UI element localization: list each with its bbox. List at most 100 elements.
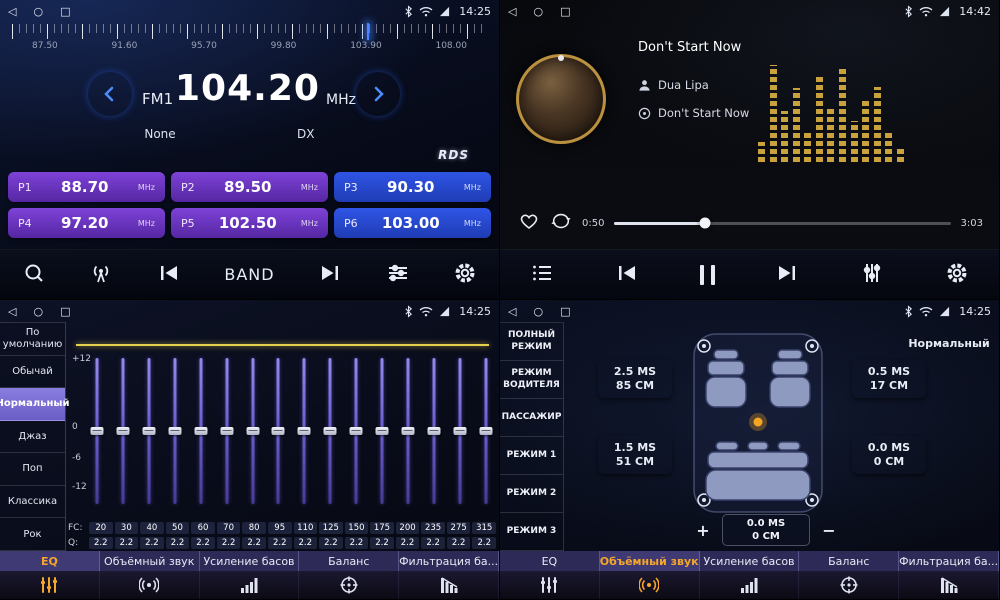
- recents-icon[interactable]: □: [60, 306, 70, 317]
- tab-item[interactable]: Фильтрация ба...: [899, 551, 999, 571]
- tab-item[interactable]: EQ: [500, 551, 600, 571]
- bass-boost-icon[interactable]: [200, 571, 300, 599]
- slider-knob[interactable]: [116, 427, 129, 435]
- slider-knob[interactable]: [272, 427, 285, 435]
- tab-item[interactable]: Усиление басов: [700, 551, 800, 571]
- tab-item[interactable]: Фильтрация ба...: [399, 551, 499, 571]
- tab-item[interactable]: EQ: [0, 551, 100, 571]
- recents-icon[interactable]: □: [60, 6, 70, 17]
- eq-band-slider[interactable]: [427, 358, 441, 504]
- settings-button[interactable]: [945, 261, 969, 289]
- search-button[interactable]: [22, 261, 46, 289]
- eq-band-slider[interactable]: [168, 358, 182, 504]
- eq-preset-item[interactable]: Обычай: [0, 356, 65, 389]
- back-icon[interactable]: ◁: [508, 6, 516, 17]
- surround-mode-item[interactable]: РЕЖИМ 1: [500, 437, 563, 475]
- eq-band-slider[interactable]: [479, 358, 493, 504]
- slider-knob[interactable]: [168, 427, 181, 435]
- profile-button[interactable]: Нормальный: [907, 332, 991, 354]
- delay-rear-left-button[interactable]: 1.5 MS 51 CM: [598, 436, 672, 474]
- delay-front-right-button[interactable]: 0.5 MS 17 CM: [852, 360, 926, 398]
- surround-sound-icon[interactable]: [600, 571, 700, 599]
- next-track-button[interactable]: [775, 261, 799, 289]
- increase-delay-button[interactable]: +: [690, 517, 716, 543]
- favorite-button[interactable]: [518, 211, 540, 235]
- eq-band-slider[interactable]: [194, 358, 208, 504]
- eq-preset-item[interactable]: Джаз: [0, 421, 65, 454]
- slider-knob[interactable]: [479, 427, 492, 435]
- pause-button[interactable]: [700, 265, 715, 285]
- eq-preset-item[interactable]: Классика: [0, 486, 65, 519]
- tab-item[interactable]: Баланс: [299, 551, 399, 571]
- slider-knob[interactable]: [246, 427, 259, 435]
- delay-front-left-button[interactable]: 2.5 MS 85 CM: [598, 360, 672, 398]
- slider-knob[interactable]: [453, 427, 466, 435]
- slider-knob[interactable]: [376, 427, 389, 435]
- radio-preset-button[interactable]: P390.30MHz: [334, 172, 491, 202]
- back-icon[interactable]: ◁: [508, 306, 516, 317]
- slider-knob[interactable]: [142, 427, 155, 435]
- mixer-button[interactable]: [860, 261, 884, 289]
- recents-icon[interactable]: □: [560, 306, 570, 317]
- eq-band-slider[interactable]: [453, 358, 467, 504]
- tab-item[interactable]: Объёмный звук: [100, 551, 200, 571]
- slider-knob[interactable]: [220, 427, 233, 435]
- settings-button[interactable]: [453, 261, 477, 289]
- radio-preset-button[interactable]: P5102.50MHz: [171, 208, 328, 238]
- eq-band-slider[interactable]: [271, 358, 285, 504]
- eq-band-slider[interactable]: [349, 358, 363, 504]
- slider-knob[interactable]: [350, 427, 363, 435]
- back-icon[interactable]: ◁: [8, 306, 16, 317]
- prev-track-button[interactable]: [157, 261, 181, 289]
- surround-sound-icon[interactable]: [100, 571, 200, 599]
- balance-icon[interactable]: [299, 571, 399, 599]
- eq-band-slider[interactable]: [220, 358, 234, 504]
- eq-preset-item[interactable]: Нормальный: [0, 388, 65, 421]
- eq-preset-item[interactable]: Рок: [0, 518, 65, 551]
- eq-band-slider[interactable]: [323, 358, 337, 504]
- broadcast-button[interactable]: [89, 261, 113, 289]
- bass-boost-icon[interactable]: [700, 571, 800, 599]
- eq-band-slider[interactable]: [246, 358, 260, 504]
- slider-knob[interactable]: [91, 427, 104, 435]
- repeat-button[interactable]: [550, 211, 572, 235]
- radio-preset-button[interactable]: P289.50MHz: [171, 172, 328, 202]
- eq-band-slider[interactable]: [297, 358, 311, 504]
- eq-band-slider[interactable]: [142, 358, 156, 504]
- eq-band-slider[interactable]: [401, 358, 415, 504]
- home-icon[interactable]: ○: [33, 306, 43, 317]
- tune-down-button[interactable]: [88, 72, 132, 116]
- home-icon[interactable]: ○: [533, 306, 543, 317]
- slider-knob[interactable]: [402, 427, 415, 435]
- eq-sliders-icon[interactable]: [0, 571, 100, 599]
- surround-mode-item[interactable]: ПАССАЖИР: [500, 399, 563, 437]
- surround-mode-item[interactable]: РЕЖИМ 3: [500, 513, 563, 551]
- eq-band-slider[interactable]: [375, 358, 389, 504]
- surround-mode-item[interactable]: РЕЖИМ 2: [500, 475, 563, 513]
- slider-knob[interactable]: [298, 427, 311, 435]
- recents-icon[interactable]: □: [560, 6, 570, 17]
- eq-band-slider[interactable]: [116, 358, 130, 504]
- prev-track-button[interactable]: [615, 261, 639, 289]
- home-icon[interactable]: ○: [533, 6, 543, 17]
- eq-preset-item[interactable]: Поп: [0, 453, 65, 486]
- slider-knob[interactable]: [324, 427, 337, 435]
- playlist-button[interactable]: [530, 261, 554, 289]
- balance-icon[interactable]: [799, 571, 899, 599]
- filter-icon[interactable]: [899, 571, 999, 599]
- eq-settings-button[interactable]: [386, 261, 410, 289]
- slider-knob[interactable]: [427, 427, 440, 435]
- radio-preset-button[interactable]: P188.70MHz: [8, 172, 165, 202]
- surround-mode-item[interactable]: ПОЛНЫЙ РЕЖИМ: [500, 323, 563, 361]
- progress-knob[interactable]: [700, 218, 711, 229]
- eq-sliders-icon[interactable]: [500, 571, 600, 599]
- eq-band-slider[interactable]: [90, 358, 104, 504]
- filter-icon[interactable]: [399, 571, 499, 599]
- slider-knob[interactable]: [194, 427, 207, 435]
- decrease-delay-button[interactable]: −: [816, 517, 842, 543]
- eq-preset-item[interactable]: По умолчанию: [0, 323, 65, 356]
- home-icon[interactable]: ○: [33, 6, 43, 17]
- tab-item[interactable]: Усиление басов: [200, 551, 300, 571]
- band-button[interactable]: BAND: [224, 265, 274, 284]
- tune-up-button[interactable]: [356, 72, 400, 116]
